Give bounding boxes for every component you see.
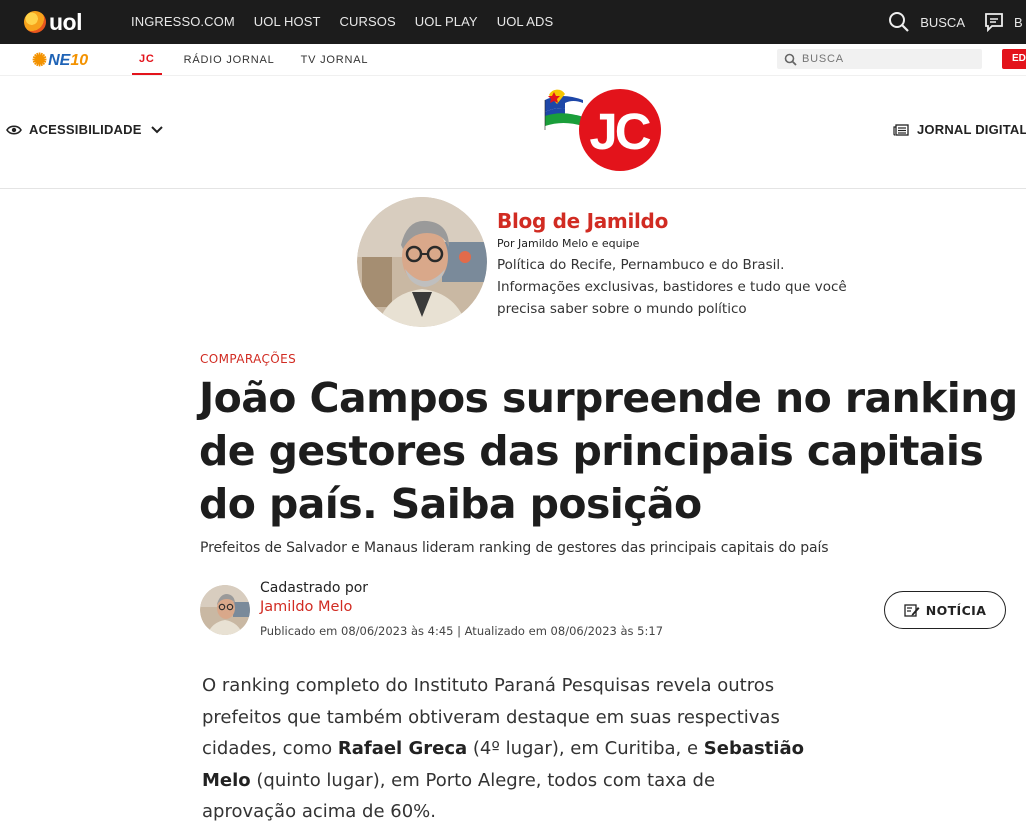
ne10-logo-ten: 10 [70,51,89,69]
uol-cut-label[interactable]: B [1014,15,1026,30]
uol-nav-cursos[interactable]: CURSOS [340,14,396,29]
jc-logo-text: JC [589,103,650,160]
search-icon[interactable] [888,11,910,33]
uol-logo-text: uol [49,8,83,35]
body-text-2: (4º lugar), em Curitiba, e [467,738,704,759]
ne10-tab-tv-jornal[interactable]: TV JORNAL [288,44,382,75]
search-icon[interactable] [784,53,797,66]
article-dates: Publicado em 08/06/2023 às 4:45 | Atuali… [260,624,664,638]
article-body-paragraph: O ranking completo do Instituto Paraná P… [202,670,812,828]
ne10-bar: ✺ NE 10 JC RÁDIO JORNAL TV JORNAL ED [0,44,1026,76]
ne10-tab-radio-jornal[interactable]: RÁDIO JORNAL [171,44,288,75]
uol-top-bar: uol INGRESSO.COM UOL HOST CURSOS UOL PLA… [0,0,1026,44]
uol-nav-ingresso[interactable]: INGRESSO.COM [131,14,235,29]
ne10-sun-icon: ✺ [32,50,48,70]
uol-logo[interactable]: uol [24,8,83,35]
uol-nav: INGRESSO.COM UOL HOST CURSOS UOL PLAY UO… [131,14,572,29]
eye-icon [6,124,22,135]
ne10-logo[interactable]: ✺ NE 10 [32,50,88,71]
article-subtitle: Prefeitos de Salvador e Manaus lideram r… [200,540,829,556]
body-text-3: (quinto lugar), em Porto Alegre, todos c… [202,769,716,823]
uol-nav-uolhost[interactable]: UOL HOST [254,14,321,29]
author-name-link[interactable]: Jamildo Melo [260,599,352,615]
jornal-digital-label: JORNAL DIGITAL [917,122,1026,137]
ne10-logo-ne: NE [48,51,71,69]
blog-description: Política do Recife, Pernambuco e do Bras… [497,257,847,317]
jc-header: ACESSIBILIDADE JC JORNAL DIGITAL [0,75,1026,189]
article-headline: João Campos surpreende no ranking de ges… [199,374,1018,528]
accessibility-menu[interactable]: ACESSIBILIDADE [6,122,163,137]
article-type-label: NOTÍCIA [925,602,987,618]
article-category-tag[interactable]: COMPARAÇÕES [200,352,296,366]
ne10-nav: JC RÁDIO JORNAL TV JORNAL [132,44,381,75]
edit-document-icon [904,603,920,617]
pernambuco-flag-icon [544,89,583,130]
uol-nav-uolads[interactable]: UOL ADS [497,14,554,29]
blog-author-avatar[interactable] [357,197,487,327]
jc-logo[interactable]: JC [543,86,663,174]
accessibility-label: ACESSIBILIDADE [29,122,142,137]
ne10-search-input[interactable] [802,53,972,65]
registered-by-label: Cadastrado por [260,580,369,596]
blog-card: Blog de Jamildo Por Jamildo Melo e equip… [357,197,857,327]
chevron-down-icon [150,125,163,133]
uol-nav-uolplay[interactable]: UOL PLAY [415,14,478,29]
uol-search-label[interactable]: BUSCA [920,15,965,30]
blog-title[interactable]: Blog de Jamildo [497,209,668,233]
blog-byline: Por Jamildo Melo e equipe [497,237,640,250]
ne10-search-box [777,49,982,69]
ne10-tab-jc[interactable]: JC [132,44,162,75]
jornal-digital-link[interactable]: JORNAL DIGITAL [893,122,1026,137]
author-avatar[interactable] [200,585,250,635]
newspaper-icon [893,123,909,136]
chat-icon[interactable] [984,12,1004,32]
article-type-button[interactable]: NOTÍCIA [884,591,1006,629]
ne10-edition-button[interactable]: ED [1002,49,1026,69]
uol-right-tools: BUSCA B [888,0,1026,44]
uol-logo-icon [24,11,46,33]
body-bold-rafael-greca: Rafael Greca [337,738,468,759]
